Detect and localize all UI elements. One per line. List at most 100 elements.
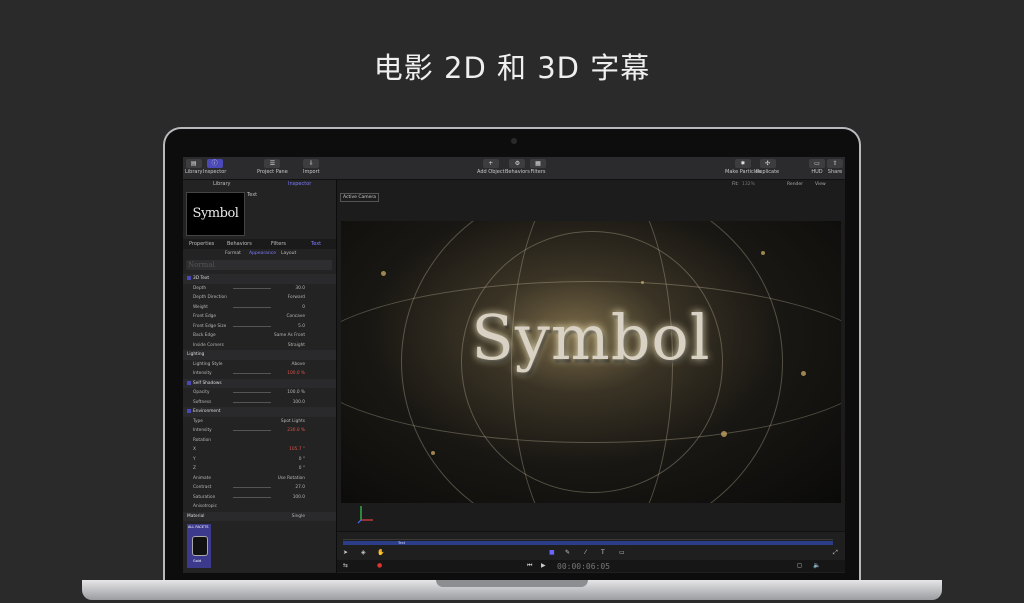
preset-popup[interactable]: Normal [186,260,332,270]
title-3d-text[interactable]: Symbol [341,301,841,374]
pan-tool-icon[interactable]: ✋ [377,549,384,556]
viewer-canvas[interactable]: Symbol [341,221,841,503]
enable-checkbox[interactable] [187,380,191,385]
render-menu[interactable]: Render [787,182,803,187]
tab-filters[interactable]: Filters [271,241,286,247]
parameter-value[interactable]: 30.0 [271,286,305,291]
transform-tool-icon[interactable]: ◈ [361,549,366,556]
parameter-row[interactable]: Rotation [183,436,336,446]
parameter-row[interactable]: X 105.7 ° [183,445,336,455]
parameter-slider[interactable] [233,487,271,488]
library-button[interactable]: ▤ Library [185,159,202,175]
parameter-row[interactable]: Contrast 27.0 [183,483,336,493]
parameter-value[interactable]: 100.0 [271,495,305,500]
parameter-row[interactable]: Z 0 ° [183,464,336,474]
parameter-value[interactable]: 0 [271,305,305,310]
filters-button[interactable]: ▦ Filters [530,159,546,175]
parameter-row[interactable]: Animate Use Rotation [183,474,336,484]
import-button[interactable]: ⇩ Import [303,159,320,175]
parameter-row[interactable]: Y 0 ° [183,455,336,465]
enable-checkbox[interactable] [187,276,191,280]
parameter-value[interactable]: Same As Front [271,333,305,338]
parameter-row[interactable]: Saturation 100.0 [183,493,336,503]
subtab-layout[interactable]: Layout [281,251,296,256]
hud-button[interactable]: ▭ HUD [809,159,825,175]
parameter-value[interactable]: 100.0 [271,400,305,405]
parameter-row[interactable]: Depth Direction Forward [183,293,336,303]
text-tool-icon[interactable]: T [601,549,605,556]
section-header[interactable]: Environment [183,407,336,417]
parameter-value[interactable]: Forward [271,295,305,300]
share-button[interactable]: ⇧ Share [827,159,843,175]
parameter-slider[interactable] [233,392,271,393]
parameter-value[interactable]: Concave [271,314,305,319]
parameter-row[interactable]: Anisotropic [183,502,336,512]
go-to-start-icon[interactable]: ⏮ [527,562,532,570]
tab-inspector[interactable]: Inspector [288,181,311,187]
parameter-value[interactable]: Straight [271,343,305,348]
inspector-button[interactable]: ⓘ Inspector [203,159,226,175]
parameter-slider[interactable] [233,430,271,431]
fit-value[interactable]: 132% [742,182,755,187]
parameter-row[interactable]: Front Edge Size 5.0 [183,322,336,332]
parameter-row[interactable]: Softness 100.0 [183,398,336,408]
parameter-slider[interactable] [233,401,271,403]
shape-tool-icon[interactable]: ■ [549,549,555,556]
tab-behaviors[interactable]: Behaviors [227,241,252,247]
behaviors-button[interactable]: ⚙ Behaviors [505,159,530,175]
parameter-value[interactable]: 230.0 % [271,428,305,433]
section-header[interactable]: 3D Text [183,274,336,284]
camera-selector[interactable]: Active Camera [340,193,380,202]
parameter-row[interactable]: Opacity 100.0 % [183,388,336,398]
parameter-row[interactable]: Depth 30.0 [183,284,336,294]
parameter-value[interactable]: Above [271,362,305,367]
parameter-value[interactable]: 0 ° [271,457,305,462]
replicate-button[interactable]: ✣ Replicate [756,159,779,175]
parameter-row[interactable]: Inside Corners Straight [183,341,336,351]
project-pane-button[interactable]: ☰ Project Pane [257,159,288,175]
tab-library[interactable]: Library [213,181,230,187]
expand-icon[interactable]: ⤢ [833,549,838,557]
parameter-slider[interactable] [233,306,271,308]
parameter-value[interactable]: Spot Lights [271,419,305,424]
parameter-row[interactable]: Lighting Style Above [183,360,336,370]
parameter-row[interactable]: Front Edge Concave [183,312,336,322]
timeline-ruler[interactable] [343,534,833,540]
section-header[interactable]: Material Single [183,511,336,521]
parameter-row[interactable]: Weight 0 [183,303,336,313]
fullscreen-icon[interactable]: ◻ [797,562,802,569]
play-icon[interactable]: ▶ [541,562,546,569]
parameter-value[interactable]: Use Rotation [271,476,305,481]
enable-checkbox[interactable] [187,409,191,413]
add-object-button[interactable]: + Add Object [477,159,505,175]
subtab-appearance[interactable]: Appearance [249,251,276,256]
subtab-format[interactable]: Format [225,251,241,256]
parameter-value[interactable]: Single [271,514,305,519]
parameter-slider[interactable] [233,287,271,289]
parameter-slider[interactable] [233,373,271,374]
select-tool-icon[interactable]: ➤ [343,549,348,556]
parameter-value[interactable]: 105.7 ° [271,447,305,452]
parameter-row[interactable]: Intensity 230.0 % [183,426,336,436]
parameter-value[interactable]: 0 ° [271,466,305,471]
parameter-value[interactable]: 5.0 [271,324,305,329]
section-header[interactable]: Self Shadows [183,378,336,388]
parameter-row[interactable]: Intensity 100.0 % [183,369,336,379]
parameter-value[interactable]: 100.0 % [271,371,305,376]
parameter-slider[interactable] [233,496,271,498]
record-button-icon[interactable]: ● [377,562,382,569]
parameter-value[interactable]: 27.0 [271,485,305,490]
parameter-value[interactable]: 100.0 % [271,390,305,395]
parameter-row[interactable]: Type Spot Lights [183,417,336,427]
paint-tool-icon[interactable]: ⁄ [585,549,586,556]
audio-icon[interactable]: 🔈 [813,562,820,569]
material-swatch[interactable]: ALL FACETS Gold [187,524,211,568]
record-icon[interactable]: ⇆ [343,562,348,569]
view-menu[interactable]: View [815,182,826,187]
tab-text[interactable]: Text [311,241,321,247]
tab-properties[interactable]: Properties [189,241,214,247]
timeline-clip[interactable]: Text [343,541,833,545]
parameter-row[interactable]: Back Edge Same As Front [183,331,336,341]
parameter-slider[interactable] [233,325,271,327]
pen-tool-icon[interactable]: ✎ [565,549,570,556]
